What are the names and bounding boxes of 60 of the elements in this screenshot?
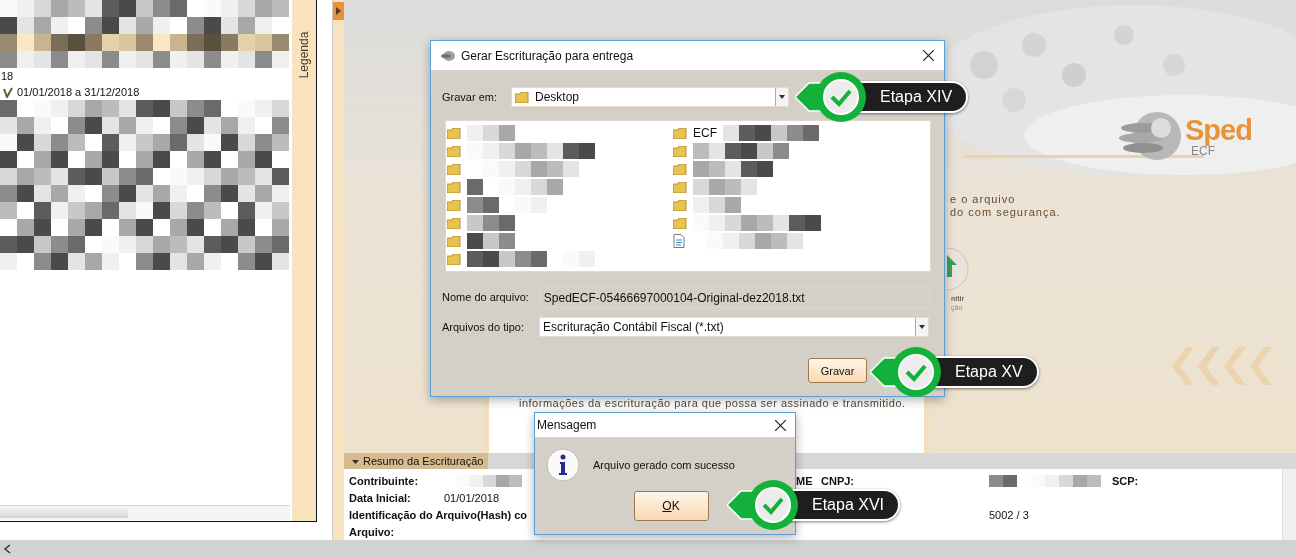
legend-tab[interactable]: Legenda [292, 0, 316, 521]
intro-text: do com segurança. [950, 206, 1061, 219]
window-title: Mensagem [537, 418, 598, 432]
field-label: Nome do arquivo: [442, 291, 530, 303]
folder-icon [515, 91, 529, 103]
sphere-logo-icon [1119, 110, 1181, 162]
file-type-dropdown[interactable]: Escrituração Contábil Fiscal (*.txt) [539, 317, 929, 337]
field-label: SCP: [1112, 474, 1140, 487]
field-label: Arquivos do tipo: [442, 321, 525, 333]
field-label: Arquivo: [349, 525, 396, 538]
field-label: Data Inicial: [349, 491, 412, 504]
close-icon[interactable] [775, 419, 786, 431]
field-value: 01/01/2018 [444, 491, 501, 504]
pixelated-redaction [693, 197, 741, 213]
folder-icon [673, 217, 687, 229]
field-value: ME [796, 474, 814, 487]
file-list-item[interactable]: ECF [673, 124, 899, 142]
intro-text: e o arquivo [950, 193, 1017, 206]
folder-icon [673, 145, 687, 157]
close-icon[interactable] [923, 50, 934, 61]
panel-text: informações da escrituração para que possa ser assinado e transmitido. [519, 397, 906, 409]
folder-icon [447, 253, 461, 265]
horizontal-scrollbar[interactable] [0, 540, 1296, 557]
tree-item[interactable]: 18 [0, 68, 292, 85]
folder-icon [673, 163, 687, 175]
folder-icon [447, 163, 461, 175]
dropdown-arrow-icon [775, 88, 788, 106]
ok-button[interactable]: OK [633, 491, 709, 521]
folder-icon [447, 199, 461, 211]
sphere-logo-icon [441, 49, 455, 62]
field-label: Gravar em: [442, 91, 498, 103]
pixelated-redaction [693, 179, 757, 195]
summary-tab[interactable]: Resumo da Escrituração [344, 453, 488, 469]
folder-icon [447, 127, 461, 139]
folder-icon [673, 181, 687, 193]
tree-item[interactable]: 01/01/2018 a 31/12/2018 [17, 84, 140, 101]
folder-icon [673, 127, 687, 139]
info-icon [545, 447, 581, 483]
folder-dropdown[interactable]: Desktop [511, 87, 789, 107]
save-button[interactable]: Gravar [808, 358, 867, 383]
field-label: Contribuinte: [349, 474, 420, 487]
window-title: Gerar Escrituração para entrega [461, 48, 635, 63]
field-label: CNPJ: [821, 474, 855, 487]
check-icon [3, 87, 13, 98]
horizontal-scrollbar[interactable] [0, 505, 290, 520]
pixelated-redaction [467, 125, 515, 141]
folder-icon [447, 181, 461, 193]
document-icon [673, 234, 685, 248]
folder-icon [447, 235, 461, 247]
folder-icon [447, 145, 461, 157]
vertical-scrollbar[interactable] [1282, 469, 1296, 540]
filename-field[interactable]: SpedECF-05466697000104-Original-dez2018.txt [538, 286, 930, 308]
dropdown-arrow-icon [915, 318, 928, 336]
logo-text: Sped [1185, 114, 1252, 145]
folder-icon [673, 199, 687, 211]
field-value: 5002 / 3 [989, 508, 1030, 521]
message-text: Arquivo gerado com sucesso [593, 459, 735, 471]
pixelated-redaction [467, 233, 515, 249]
folder-icon [447, 217, 461, 229]
field-label: Identificação do Arquivo(Hash) co [349, 508, 529, 521]
